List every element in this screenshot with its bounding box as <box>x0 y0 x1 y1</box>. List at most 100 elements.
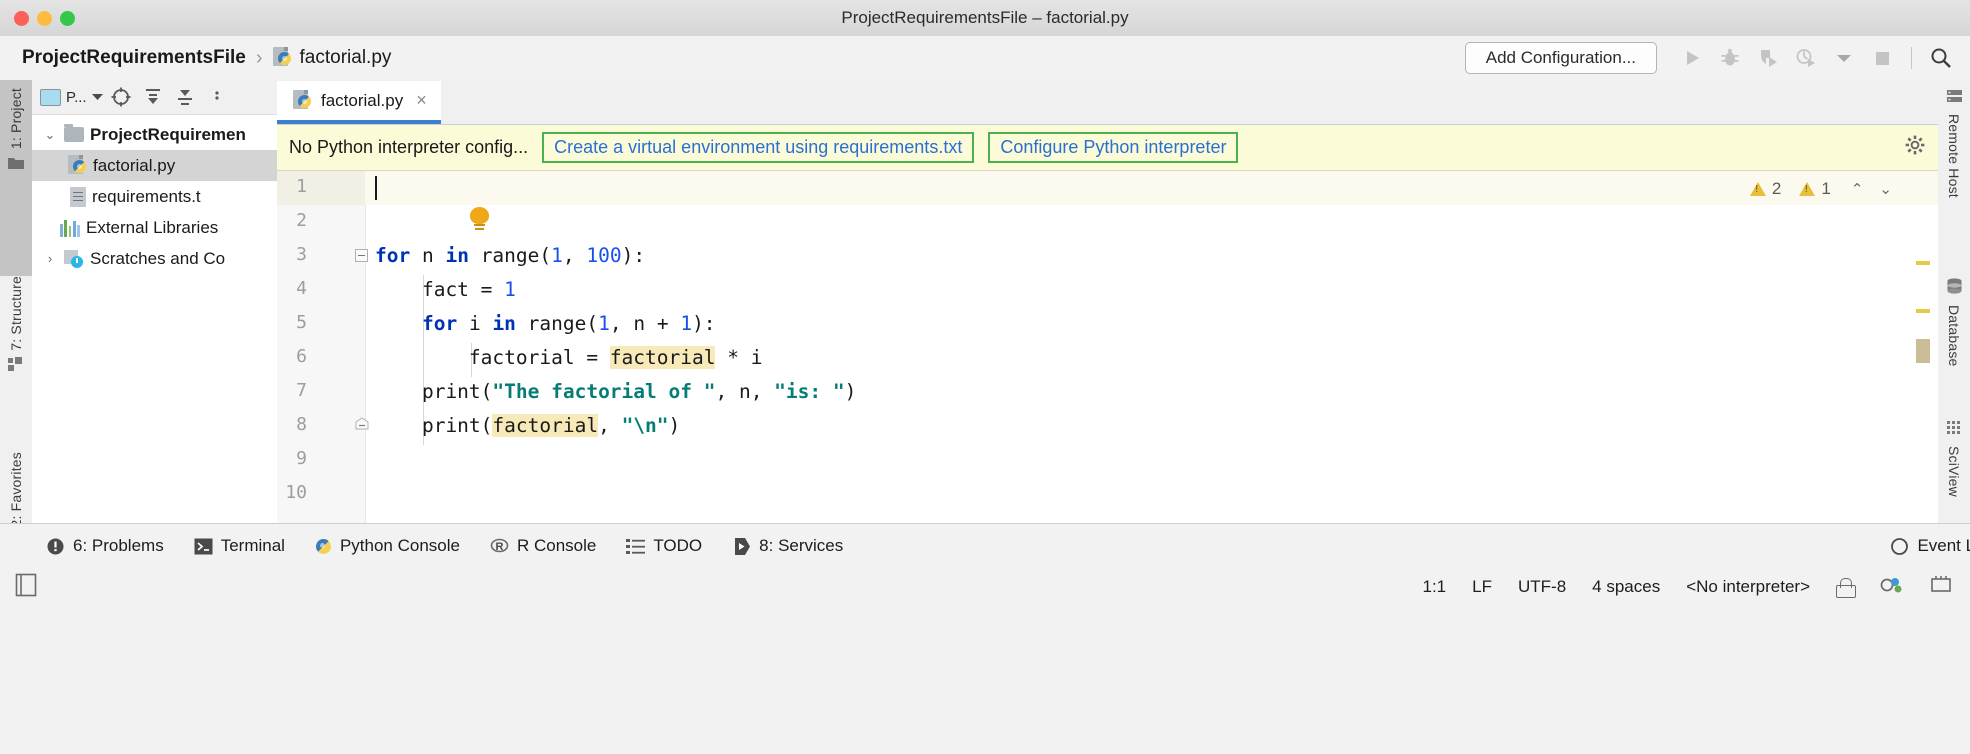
code-editor[interactable]: 1 2 3 4 5 6 7 8 9 10 <box>277 171 1938 525</box>
bottom-tab-problems[interactable]: 6: Problems <box>46 536 164 556</box>
dropdown-icon[interactable] <box>1825 41 1863 75</box>
code-line-8[interactable]: print(factorial, "\n") <box>375 414 680 437</box>
next-problem-icon[interactable]: ⌄ <box>1879 180 1892 198</box>
sidebar-tab-database[interactable]: Database <box>1938 278 1970 367</box>
code-text[interactable]: for n in range(1, 100): fact = 1 for i i… <box>365 171 1938 525</box>
editor-tab-factorial-py[interactable]: factorial.py × <box>277 81 441 124</box>
sidebar-tab-sciview[interactable]: SciView <box>1938 420 1970 497</box>
right-tool-tabs: Remote Host Database <box>1937 80 1970 523</box>
interpreter-notification-bar: No Python interpreter config... Create a… <box>277 125 1938 171</box>
bottom-tab-todo[interactable]: TODO <box>626 536 702 556</box>
gear-icon[interactable] <box>1904 134 1926 161</box>
lock-icon[interactable] <box>1836 577 1854 597</box>
bottom-tab-python-console[interactable]: Python Console <box>315 536 460 556</box>
line-number: 9 <box>277 448 307 469</box>
editor-tab-label: factorial.py <box>321 91 403 111</box>
sidebar-tab-structure[interactable]: 7: Structure <box>0 268 32 452</box>
project-settings-icon[interactable] <box>203 83 231 111</box>
breadcrumb-file-label: factorial.py <box>300 47 392 69</box>
line-number: 6 <box>277 346 307 367</box>
database-icon <box>1946 278 1963 299</box>
indent-setting[interactable]: 4 spaces <box>1592 577 1660 597</box>
stripe-mark-warning[interactable] <box>1916 309 1930 313</box>
stop-icon[interactable] <box>1863 41 1901 75</box>
tree-node-external-libraries[interactable]: External Libraries <box>32 212 277 243</box>
chevron-down-icon[interactable]: ⌄ <box>42 127 58 143</box>
window-titlebar: ProjectRequirementsFile – factorial.py <box>0 0 1970 37</box>
caret-line-highlight <box>365 171 1938 205</box>
memory-icon[interactable] <box>1930 575 1952 600</box>
close-icon[interactable]: × <box>416 90 427 111</box>
add-configuration-button[interactable]: Add Configuration... <box>1465 42 1657 74</box>
prev-problem-icon[interactable]: ⌃ <box>1851 180 1864 198</box>
bottom-tab-label: 6: Problems <box>73 536 164 556</box>
editor-area: factorial.py × No Python interpreter con… <box>277 80 1938 523</box>
interpreter-status[interactable]: <No interpreter> <box>1686 577 1810 597</box>
bottom-tab-services[interactable]: 8: Services <box>732 536 843 556</box>
chevron-right-icon[interactable]: › <box>42 251 58 266</box>
sidebar-tab-favorites-label: 2: Favorites <box>8 452 24 528</box>
editor-gutter[interactable]: 1 2 3 4 5 6 7 8 9 10 <box>277 171 366 525</box>
code-line-4[interactable]: fact = 1 <box>375 278 516 301</box>
run-icon[interactable] <box>1673 41 1711 75</box>
scrollbar-thumb[interactable] <box>1916 339 1930 363</box>
breadcrumb-file[interactable]: factorial.py <box>273 47 392 69</box>
chevron-down-icon <box>92 93 103 101</box>
inspections-icon[interactable] <box>1880 574 1904 601</box>
bottom-tab-terminal[interactable]: Terminal <box>194 536 285 556</box>
debug-icon[interactable] <box>1711 41 1749 75</box>
expand-all-icon[interactable] <box>139 83 167 111</box>
caret-position[interactable]: 1:1 <box>1423 577 1447 597</box>
sidebar-tab-favorites[interactable]: 2: Favorites <box>0 444 32 531</box>
libraries-icon <box>60 219 80 237</box>
code-line-6[interactable]: factorial = factorial * i <box>375 346 762 369</box>
code-line-3[interactable]: for n in range(1, 100): <box>375 244 645 267</box>
bottom-tool-strip: 6: Problems Terminal Python Console R R … <box>0 523 1970 569</box>
svg-text:R: R <box>495 541 503 553</box>
project-view-icon <box>40 89 61 106</box>
bottom-tab-label: R Console <box>517 536 596 556</box>
tree-node-project-root[interactable]: ⌄ ProjectRequiremen <box>32 119 277 150</box>
left-tool-tabs: 1: Project 7: Structure 2: Favorites <box>0 80 33 523</box>
search-icon[interactable] <box>1922 41 1960 75</box>
collapse-all-icon[interactable] <box>171 83 199 111</box>
weak-warning-count: 1 <box>1821 179 1830 199</box>
tree-node-label: requirements.t <box>92 187 201 207</box>
run-toolbar: Add Configuration... <box>1465 41 1970 75</box>
coverage-icon[interactable] <box>1749 41 1787 75</box>
inspection-widget[interactable]: 2 1 ⌃ ⌄ <box>1750 179 1892 199</box>
python-file-icon <box>293 90 312 112</box>
line-number: 7 <box>277 380 307 401</box>
editor-layout-icon[interactable] <box>14 572 38 603</box>
event-log-button[interactable]: Event Log <box>1890 536 1970 556</box>
tree-node-factorial-py[interactable]: factorial.py <box>32 150 277 181</box>
editor-tab-strip: factorial.py × <box>277 80 1938 125</box>
sidebar-tab-project[interactable]: 1: Project <box>0 80 32 276</box>
project-view-selector[interactable]: P... <box>40 89 103 106</box>
project-view-label: P... <box>66 89 87 106</box>
weak-warning-icon <box>1799 182 1815 196</box>
server-icon <box>1946 88 1963 108</box>
intention-bulb-icon[interactable] <box>470 207 489 231</box>
profile-icon[interactable] <box>1787 41 1825 75</box>
line-number: 5 <box>277 312 307 333</box>
code-line-5[interactable]: for i in range(1, n + 1): <box>375 312 716 335</box>
configure-interpreter-link[interactable]: Configure Python interpreter <box>988 132 1238 163</box>
tree-node-scratches[interactable]: › Scratches and Co <box>32 243 277 274</box>
bottom-tab-label: Python Console <box>340 536 460 556</box>
status-row: 1:1 LF UTF-8 4 spaces <No interpreter> <box>0 567 1970 607</box>
create-venv-link[interactable]: Create a virtual environment using requi… <box>542 132 974 163</box>
line-number: 3 <box>277 244 307 265</box>
tree-node-requirements-txt[interactable]: requirements.t <box>32 181 277 212</box>
editor-scrollbar[interactable] <box>1920 225 1930 515</box>
problems-icon <box>46 537 65 556</box>
code-line-7[interactable]: print("The factorial of ", n, "is: ") <box>375 380 856 403</box>
window-title: ProjectRequirementsFile – factorial.py <box>0 8 1970 28</box>
file-encoding[interactable]: UTF-8 <box>1518 577 1566 597</box>
bottom-tab-r-console[interactable]: R R Console <box>490 536 596 556</box>
sidebar-tab-remote-host[interactable]: Remote Host <box>1938 88 1970 198</box>
stripe-mark-warning[interactable] <box>1916 261 1930 265</box>
breadcrumb-project[interactable]: ProjectRequirementsFile <box>22 47 246 69</box>
locate-icon[interactable] <box>107 83 135 111</box>
line-separator[interactable]: LF <box>1472 577 1492 597</box>
